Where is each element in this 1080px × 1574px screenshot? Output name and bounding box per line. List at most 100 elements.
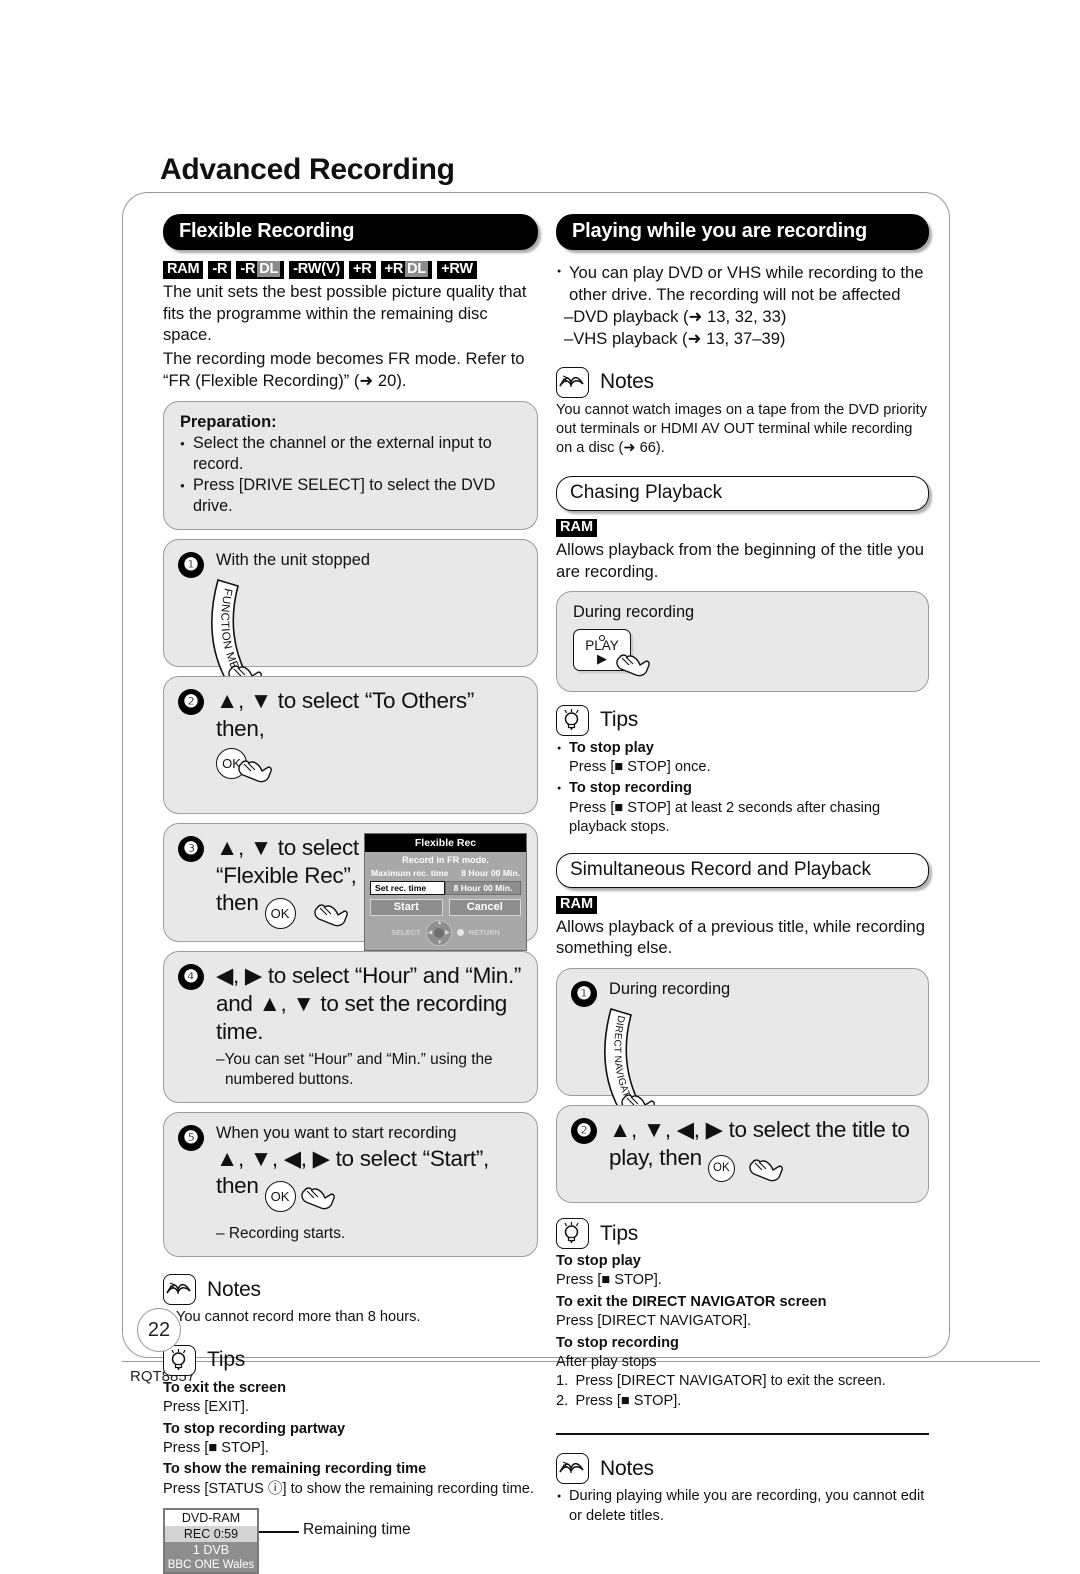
chasing-step-box: During recording PLAY ▶ [556,591,929,692]
preparation-item: Select the channel or the external input… [180,433,523,475]
tips-header: Tips [556,1218,929,1249]
osd-set-label: Set rec. time [370,880,445,895]
notes-label: Notes [600,370,654,394]
sim-step-2-instruction-line-1: ▲, ▼, ◀, ▶ to select the title to [609,1117,910,1143]
tip-title: To show the remaining recording time [163,1461,427,1478]
return-dot-icon [456,929,464,937]
tips-header: Tips [163,1344,538,1376]
direct-navigator-button[interactable]: DIRECT NAVIGATOR [597,1005,707,1114]
tip-title: To stop recording [556,779,929,799]
tip-desc: Press [■ STOP] at least 2 seconds after … [569,799,881,836]
notes-header: Notes [556,1453,929,1485]
hand-cursor-icon [314,904,348,927]
step-number: ❸ [178,835,204,862]
chasing-box-lead: During recording [573,603,695,622]
playing-dash-vhs: –VHS playback (➜ 13, 37–39) [564,328,786,348]
status-line-disc: DVD-RAM [165,1510,257,1527]
heading-simultaneous-record-playback: Simultaneous Record and Playback [556,852,929,888]
status-line-channel: 1 DVB [165,1542,257,1559]
osd-select-label: SELECT [391,928,421,938]
sim-step-2-box: ❷ ▲, ▼, ◀, ▶ to select the title to play… [556,1105,929,1203]
tip-desc: Press [STATUS ⓘ] to show the remaining r… [163,1480,534,1497]
left-column: Flexible Recording RAM -R -R DL -RW(V) +R… [163,214,538,1574]
step-4-box: ❹ ◀, ▶ to select “Hour” and “Min.” and ▲… [163,951,538,1104]
tips-label: Tips [600,1221,639,1245]
osd-return-label: RETURN [468,928,500,938]
callout-leader-line [259,1531,299,1533]
osd-subtitle: Record in FR mode. [402,854,489,865]
step-5-note: – Recording starts. [216,1225,346,1243]
badge-ram: RAM [163,261,204,279]
notes-header: Notes [556,366,929,398]
disc-format-badges: RAM -R -R DL -RW(V) +R +R DL +RW [163,261,538,279]
simultaneous-desc: Allows playback of a previous title, whi… [556,916,925,958]
tip-title: To stop recording [556,1334,679,1351]
badge-plus-r-dl: +R DL [380,261,433,279]
tip-numbered-step: 1. Press [DIRECT NAVIGATOR] to exit the … [556,1373,886,1390]
badge-r-dl: -R DL [236,261,285,279]
status-line-rec: REC 0:59 [165,1526,257,1543]
tips-label: Tips [600,708,639,732]
badge-rw-v: -RW(V) [289,261,345,279]
step-5-instruction-line-1: ▲, ▼, ◀, ▶ to select “Start”, [216,1145,490,1171]
tips-header: Tips [556,704,929,736]
step-number: ❷ [571,1118,597,1145]
tip-desc: Press [DIRECT NAVIGATOR]. [556,1313,752,1330]
tip-desc: Press [■ STOP]. [163,1440,269,1457]
step-number: ❶ [571,981,597,1008]
ok-button[interactable]: OK [264,1181,296,1213]
notes-top-text: You cannot watch images on a tape from t… [556,401,927,457]
osd-flexible-rec: Flexible Rec Record in FR mode. Maximum … [364,832,527,951]
tip-title: To exit the DIRECT NAVIGATOR screen [556,1293,827,1310]
step-5-instruction-line-2: then [216,1173,259,1199]
section-divider [556,1433,929,1436]
play-button-label: PLAY [585,637,619,653]
heading-chasing-playback: Chasing Playback [556,475,929,511]
step-1-lead: With the unit stopped [216,550,370,569]
tips-bulb-icon [556,1218,589,1249]
preparation-item: Press [DRIVE SELECT] to select the DVD d… [180,475,523,517]
step-5-lead: When you want to start recording [216,1124,457,1143]
step-5-box: ❺ When you want to start recording ▲, ▼,… [163,1112,538,1258]
osd-start-button[interactable]: Start [370,898,443,916]
tip-desc: After play stops [556,1354,657,1371]
notes-label: Notes [600,1456,654,1480]
callout-remaining-time: Remaining time [303,1521,411,1539]
step-4-instruction-line-1: ◀, ▶ to select “Hour” and “Min.” [216,963,522,989]
section-heading-flexible-recording: Flexible Recording [163,214,538,250]
notes-book-icon [163,1274,196,1306]
notes-book-icon [556,366,589,398]
step-4-instruction-line-2: and ▲, ▼ to set the recording time. [216,991,507,1045]
play-triangle-icon: ▶ [597,650,607,666]
hand-cursor-icon [301,1187,335,1210]
tips-bulb-icon [556,704,589,736]
status-display-mock: DVD-RAM REC 0:59 1 DVB BBC ONE Wales [163,1508,259,1574]
tip-title: To exit the screen [163,1379,287,1396]
chasing-desc: Allows playback from the beginning of th… [556,539,925,581]
osd-set-value[interactable]: 8 Hour 00 Min. [445,880,521,895]
flexible-recording-intro-1: The unit sets the best possible picture … [163,282,527,345]
right-column: Playing while you are recording You can … [556,214,929,1526]
step-number: ❷ [178,688,204,715]
sim-step-1-lead: During recording [609,980,731,999]
page-title: Advanced Recording [160,153,455,186]
notes-item: During playing while you are recording, … [556,1487,929,1526]
badge-ram: RAM [556,518,598,537]
osd-title: Flexible Rec [365,833,526,852]
section-heading-playing-while-recording: Playing while you are recording [556,214,929,250]
notes-book-icon [556,1453,589,1485]
page-number: 22 [137,1308,181,1352]
osd-cancel-button[interactable]: Cancel [448,898,521,916]
tip-numbered-step: 2. Press [■ STOP]. [556,1392,682,1409]
hand-cursor-icon [749,1159,783,1182]
ok-button[interactable]: OK [707,1155,735,1182]
tip-title: To stop play [556,1253,641,1269]
notes-header: Notes [163,1274,538,1306]
ok-button[interactable]: OK [264,898,296,930]
sim-step-1-box: ❶ During recording DIRECT NAVIGATOR [556,968,929,1114]
step-number: ❺ [178,1125,204,1152]
badge-ram: RAM [556,895,598,914]
badge-r: -R [208,261,232,279]
tip-title: To stop recording partway [163,1420,346,1437]
function-menu-button[interactable]: FUNCTION MENU [204,576,314,684]
